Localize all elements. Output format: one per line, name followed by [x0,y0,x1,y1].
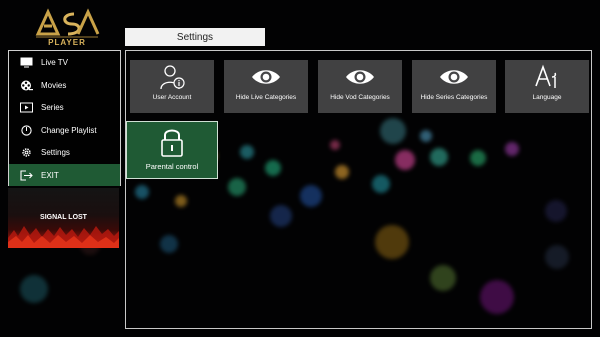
signal-lost-preview: SIGNAL LOST [8,188,119,248]
sidebar-item-label: Movies [41,80,67,90]
gear-icon [19,147,33,159]
eye-icon [439,60,469,94]
language-icon [533,60,561,94]
eye-icon [345,60,375,94]
tile-label: Hide Vod Categories [330,94,390,101]
power-icon [19,124,33,136]
sidebar-item-movies[interactable]: Movies [9,74,120,96]
tile-language[interactable]: Language [505,60,589,113]
tile-label: Hide Live Categories [235,94,297,101]
tile-label: Hide Series Categories [420,94,488,101]
tile-parental-control[interactable]: Parental control [126,121,218,179]
sidebar-item-series[interactable]: Series [9,97,120,119]
tile-hide-vod-categories[interactable]: Hide Vod Categories [318,60,402,113]
user-info-icon [158,60,186,94]
tile-hide-series-categories[interactable]: Hide Series Categories [412,60,496,113]
sidebar-menu: Live TV Movies Series Change Playlist Se… [8,50,121,186]
sidebar-item-settings[interactable]: Settings [9,142,120,164]
tile-user-account[interactable]: User Account [130,60,214,113]
sidebar-item-change-playlist[interactable]: Change Playlist [9,119,120,141]
tv-icon [19,57,33,69]
sidebar-item-live-tv[interactable]: Live TV [9,52,120,74]
exit-icon [19,169,33,181]
sidebar-item-label: Change Playlist [41,125,97,135]
signal-lost-text: SIGNAL LOST [40,214,87,221]
film-reel-icon [19,79,33,91]
tile-label: Language [532,94,562,101]
sidebar-item-label: Live TV [41,58,68,67]
lock-icon [159,122,185,162]
play-screen-icon [19,102,33,114]
sidebar-item-label: Settings [41,148,70,157]
sidebar-item-label: EXIT [41,170,59,180]
tile-hide-live-categories[interactable]: Hide Live Categories [224,60,308,113]
page-title: Settings [125,28,265,46]
app-logo: PLAYER [28,6,106,48]
eye-icon [251,60,281,94]
logo-text: PLAYER [48,38,86,47]
tile-label: User Account [152,94,192,101]
sidebar-item-exit[interactable]: EXIT [9,164,120,186]
tile-label: Parental control [145,162,199,171]
sidebar-item-label: Series [41,103,64,112]
